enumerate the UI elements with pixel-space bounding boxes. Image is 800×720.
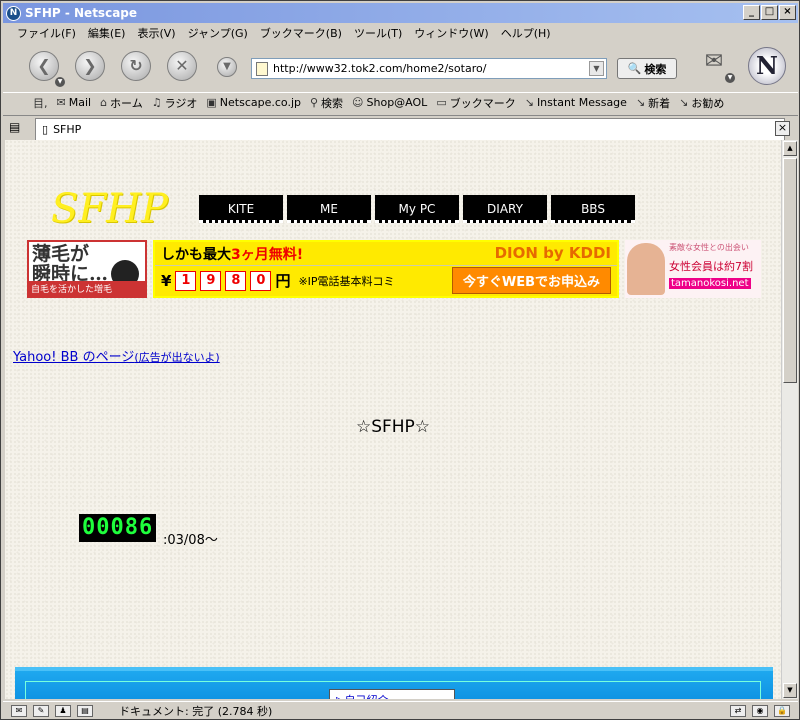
- menu-help[interactable]: ヘルプ(H): [501, 25, 551, 41]
- address-book-icon[interactable]: ▤: [77, 704, 93, 717]
- composer-icon[interactable]: ✎: [33, 704, 49, 717]
- page-content: SFHP KITE ME My PC DIARY BBS 薄毛が 瞬時に… 自毛を…: [5, 140, 781, 699]
- home-icon: ⌂: [100, 96, 108, 109]
- mail-dropdown[interactable]: ▼: [725, 73, 735, 83]
- mail-status-icon[interactable]: ✉: [11, 704, 27, 717]
- my-icon: ▣: [206, 96, 217, 109]
- personal-new[interactable]: ↘ 新着: [636, 95, 670, 111]
- security-lock-icon: 🔒: [774, 704, 790, 717]
- personal-netscape[interactable]: ▣ Netscape.co.jp: [206, 96, 301, 109]
- url-field[interactable]: http://www32.tok2.com/home2/sotaro/ ▼: [251, 58, 607, 79]
- close-window-button[interactable]: ×: [779, 5, 796, 20]
- tab-bar: ▤ ▯ SFHP ×: [3, 115, 798, 140]
- status-bar: ✉ ✎ ♟ ▤ ドキュメント: 完了 (2.784 秒) ⇄ ◉ 🔒: [3, 701, 798, 719]
- folder-icon: ▭: [436, 96, 447, 109]
- magnifier-icon: 🔍: [627, 62, 642, 75]
- site-logo: SFHP: [51, 186, 168, 232]
- nav-button-mypc[interactable]: My PC: [375, 195, 459, 223]
- personal-search[interactable]: ⚲ 検索: [310, 95, 343, 111]
- url-dropdown-button[interactable]: ▼: [217, 57, 237, 77]
- visitor-counter: 00086: [79, 514, 157, 542]
- yahoo-bb-link[interactable]: Yahoo! BB のページ(広告が出ないよ): [13, 346, 220, 365]
- url-history-arrow-icon[interactable]: ▼: [589, 61, 604, 76]
- stop-button[interactable]: ✕: [167, 51, 197, 81]
- page-icon: ▯: [42, 123, 49, 136]
- title-bar: N SFHP - Netscape _ □ ×: [3, 3, 798, 23]
- scroll-down-button[interactable]: ▼: [783, 683, 797, 698]
- personal-shop[interactable]: ☺ Shop@AOL: [352, 96, 427, 109]
- menu-window[interactable]: ウィンドウ(W): [414, 25, 488, 41]
- ad-banner-hair[interactable]: 薄毛が 瞬時に… 自毛を活かした増毛: [27, 240, 147, 298]
- nav-button-diary[interactable]: DIARY: [463, 195, 547, 223]
- browser-window: N SFHP - Netscape _ □ × ファイル(F) 編集(E) 表示…: [0, 0, 800, 720]
- status-text: ドキュメント: 完了 (2.784 秒): [119, 704, 273, 718]
- personal-bookmarks[interactable]: ▭ ブックマーク: [436, 95, 515, 111]
- bookmark-icon: ↘: [635, 96, 646, 109]
- maximize-button[interactable]: □: [761, 5, 778, 20]
- menu-edit[interactable]: 編集(E): [88, 25, 126, 41]
- netscape-app-icon: N: [6, 5, 21, 21]
- aim-icon[interactable]: ♟: [55, 704, 71, 717]
- personal-recommend[interactable]: ↘ お勧め: [679, 95, 724, 111]
- forward-button[interactable]: ❯: [75, 51, 105, 81]
- personal-mail[interactable]: ✉ Mail: [57, 96, 92, 109]
- reload-icon: ↻: [129, 56, 143, 75]
- minimize-button[interactable]: _: [743, 5, 760, 20]
- counter-since-date: :03/08～: [163, 533, 218, 548]
- tab-sfhp[interactable]: ▯ SFHP: [35, 118, 785, 140]
- personal-toolbar: 目, ✉ Mail ⌂ ホーム ♫ ラジオ ▣ Netscape.co.jp ⚲ 検索 ☺…: [3, 92, 798, 112]
- apply-now-button[interactable]: 今すぐWEBでお申込み: [451, 267, 611, 294]
- scroll-thumb[interactable]: [783, 158, 797, 383]
- menu-bookmarks[interactable]: ブックマーク(B): [260, 25, 342, 41]
- sidebar-toggle-icon[interactable]: ▤: [9, 120, 20, 134]
- search-button[interactable]: 🔍 検索: [617, 58, 677, 79]
- stop-icon: ✕: [175, 56, 189, 75]
- reload-button[interactable]: ↻: [121, 51, 151, 81]
- mail-icon[interactable]: ✉: [700, 49, 728, 77]
- ad-banner-dion[interactable]: しかも最大3ヶ月無料! DION by KDDI ¥ 1 9 8 0 円 ※IP…: [153, 240, 619, 298]
- personal-radio[interactable]: ♫ ラジオ: [152, 95, 198, 111]
- menu-tools[interactable]: ツール(T): [354, 25, 402, 41]
- envelope-icon: ✉: [56, 96, 66, 109]
- navigation-toolbar: ❮ ▼ ❯ ↻ ✕ ▼ http://www32.tok2.com/home2/…: [3, 43, 798, 91]
- back-history-dropdown[interactable]: ▼: [55, 77, 65, 87]
- window-title: SFHP - Netscape: [25, 6, 138, 20]
- close-tab-button[interactable]: ×: [775, 121, 790, 136]
- menu-view[interactable]: 表示(V): [137, 25, 175, 41]
- nav-button-bbs[interactable]: BBS: [551, 195, 635, 223]
- netscape-logo[interactable]: N: [748, 47, 786, 85]
- url-text: http://www32.tok2.com/home2/sotaro/: [273, 62, 487, 75]
- personal-instant-message[interactable]: ↘ Instant Message: [525, 96, 627, 109]
- page-icon: [256, 61, 268, 76]
- bookmark-icon: ↘: [524, 96, 534, 109]
- back-arrow-icon: ❮: [37, 56, 51, 75]
- back-button[interactable]: ❮: [29, 51, 59, 81]
- nav-button-me[interactable]: ME: [287, 195, 371, 223]
- privacy-eye-icon: ◉: [752, 704, 768, 717]
- menu-go[interactable]: ジャンプ(G): [188, 25, 248, 41]
- nav-button-kite[interactable]: KITE: [199, 195, 283, 223]
- toolbar-grip-icon[interactable]: 目,: [33, 95, 48, 111]
- scroll-up-button[interactable]: ▲: [783, 141, 797, 156]
- online-status-icon: ⇄: [730, 704, 746, 717]
- search-icon: ⚲: [309, 96, 319, 109]
- bookmark-icon: ↘: [679, 96, 689, 109]
- profile-link[interactable]: ▷自己紹介: [329, 689, 455, 699]
- headphones-icon: ♫: [151, 96, 162, 109]
- menu-bar: ファイル(F) 編集(E) 表示(V) ジャンプ(G) ブックマーク(B) ツー…: [3, 24, 798, 42]
- woman-photo: [627, 243, 665, 295]
- forward-arrow-icon: ❯: [83, 56, 97, 75]
- aol-icon: ☺: [352, 96, 364, 109]
- vertical-scrollbar[interactable]: ▲ ▼: [781, 140, 798, 699]
- ad-banner-tamanokosi[interactable]: 素敵な女性との出会い 女性会員は約7割 tamanokosi.net: [625, 240, 761, 298]
- menu-file[interactable]: ファイル(F): [17, 25, 76, 41]
- personal-home[interactable]: ⌂ ホーム: [100, 95, 143, 111]
- blue-section: ▷自己紹介: [15, 667, 773, 699]
- chevron-down-icon: ▼: [223, 61, 231, 72]
- page-heading: ☆SFHP☆: [355, 417, 431, 437]
